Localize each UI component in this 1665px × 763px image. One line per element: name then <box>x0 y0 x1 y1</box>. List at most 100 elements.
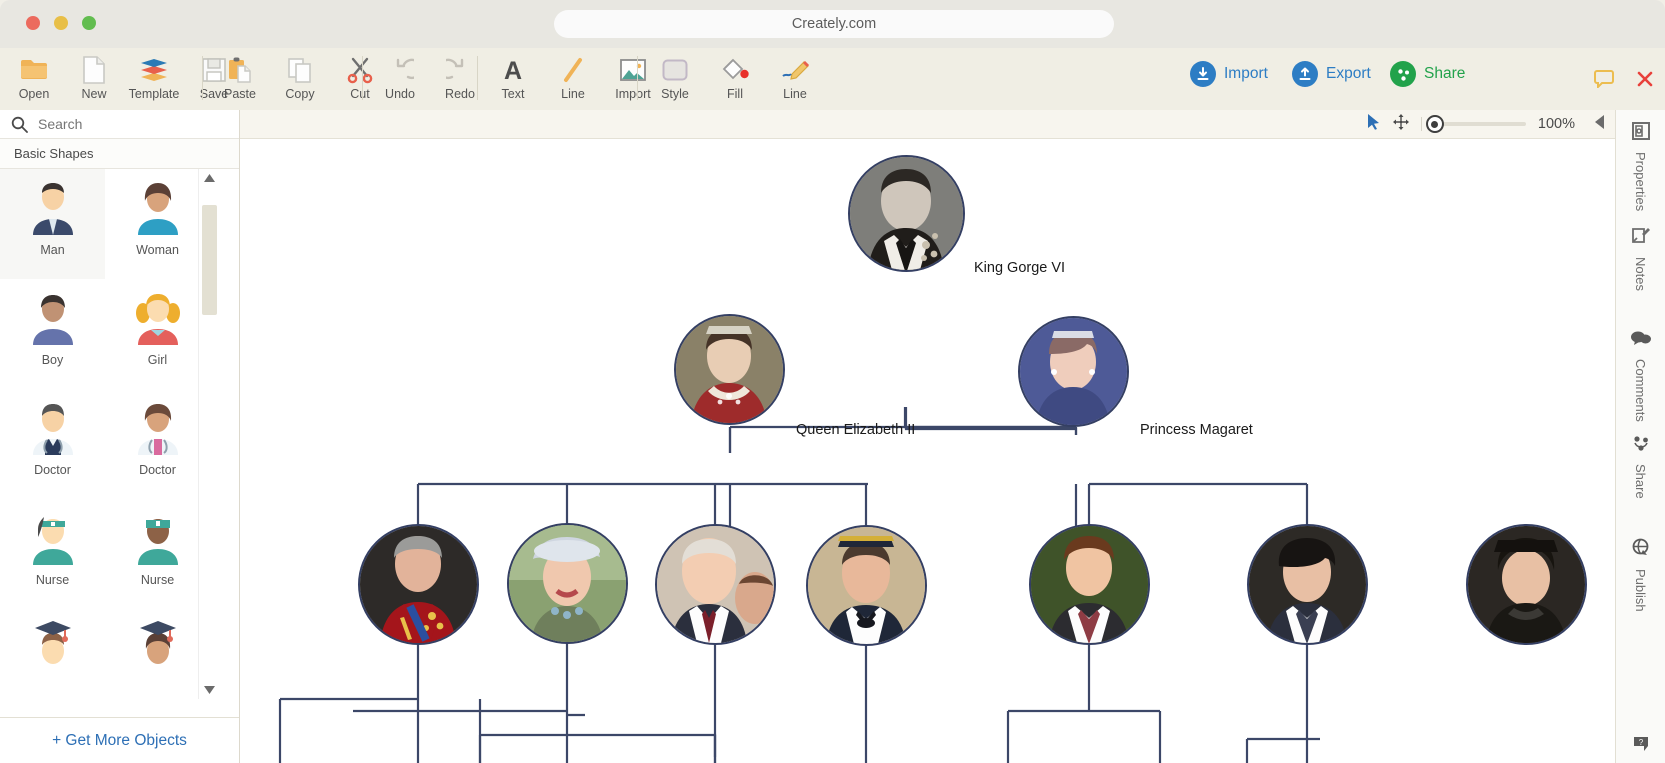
copy-icon <box>286 55 314 85</box>
scrollbar-thumb[interactable] <box>202 205 217 315</box>
shape-item-graduate-male[interactable] <box>0 609 105 699</box>
folder-icon <box>19 55 49 85</box>
share-action-label: Share <box>1424 65 1465 83</box>
zoom-slider-knob[interactable] <box>1426 115 1444 133</box>
avatar <box>655 524 776 645</box>
paste-button[interactable]: Paste <box>210 48 270 110</box>
avatar <box>806 525 927 646</box>
shape-grid: Man Woman Boy Girl <box>0 169 219 699</box>
tree-node[interactable]: Edward Earl of Wessex <box>806 525 927 646</box>
zoom-level-value: 100% <box>1538 116 1575 132</box>
toolbar-edit-group: Paste Copy Cut <box>210 48 390 110</box>
address-bar-url: Creately.com <box>792 16 876 32</box>
paste-label: Paste <box>224 88 256 101</box>
help-badge-icon[interactable]: ? <box>1632 736 1650 757</box>
template-button[interactable]: Template <box>124 48 184 110</box>
upload-circle-icon <box>1292 61 1318 87</box>
line-label: Line <box>561 88 585 101</box>
redo-button[interactable]: Redo <box>430 48 490 110</box>
scroll-down-arrow-icon[interactable] <box>199 681 219 699</box>
import-action-button[interactable]: Import <box>1190 61 1268 87</box>
style-label: Style <box>661 88 689 101</box>
pointer-arrow-icon[interactable] <box>1367 113 1381 135</box>
chevron-left-icon[interactable] <box>1595 115 1605 134</box>
zoom-window-button[interactable] <box>82 16 96 30</box>
rail-label: Publish <box>1633 569 1648 612</box>
avatar <box>1466 524 1587 645</box>
open-button[interactable]: Open <box>4 48 64 110</box>
new-button[interactable]: New <box>64 48 124 110</box>
pencil-icon <box>780 55 810 85</box>
tree-node[interactable]: David Viscount Linley <box>1029 524 1150 645</box>
address-bar[interactable]: Creately.com <box>554 10 1114 38</box>
export-action-button[interactable]: Export <box>1292 61 1371 87</box>
shape-item-girl[interactable]: Girl <box>105 279 210 389</box>
creately-app-window: Creately.com Open New Template <box>0 0 1665 763</box>
zoom-slider[interactable] <box>1434 122 1526 126</box>
rail-item-notes[interactable]: Notes <box>1616 214 1665 318</box>
layers-icon <box>139 55 169 85</box>
avatar <box>848 155 965 272</box>
share-action-button[interactable]: Share <box>1390 61 1465 87</box>
fill-label: Fill <box>727 88 743 101</box>
toolbar-separator-3 <box>477 48 478 110</box>
tree-node[interactable]: King Gorge VI <box>848 155 965 272</box>
copy-button[interactable]: Copy <box>270 48 330 110</box>
toolbar-file-group: Open New Template Save <box>4 48 244 110</box>
shape-row <box>0 609 219 699</box>
rounded-rect-icon <box>661 55 689 85</box>
undo-arrow-icon <box>386 55 414 85</box>
line-button[interactable]: Line <box>543 48 603 110</box>
text-button[interactable]: A Text <box>483 48 543 110</box>
diagram-canvas[interactable]: King Gorge VI Queen Elizabeth II <box>240 139 1615 763</box>
toolbar-separator-2 <box>362 48 363 110</box>
publish-globe-icon <box>1631 538 1650 562</box>
avatar <box>1029 524 1150 645</box>
shape-item-nurse-male[interactable]: Nurse <box>105 499 210 609</box>
line-style-button[interactable]: Line <box>765 48 825 110</box>
toolbar-history-group: Undo Redo <box>370 48 490 110</box>
node-label: King Gorge VI <box>974 259 1065 278</box>
shape-item-woman[interactable]: Woman <box>105 169 210 279</box>
tree-node[interactable] <box>1466 524 1587 645</box>
shape-item-doctor-male[interactable]: Doctor <box>0 389 105 499</box>
shape-panel-scrollbar[interactable] <box>198 169 219 699</box>
scroll-up-arrow-icon[interactable] <box>199 169 219 187</box>
fill-button[interactable]: Fill <box>705 48 765 110</box>
tree-node[interactable]: Princess Magaret <box>1018 316 1129 427</box>
redo-arrow-icon <box>446 55 474 85</box>
shape-item-graduate-female[interactable] <box>105 609 210 699</box>
minimize-window-button[interactable] <box>54 16 68 30</box>
toolbar-insert-group: A Text Line Import <box>483 48 663 110</box>
tree-node[interactable]: Andrew Duke of York <box>655 524 776 645</box>
close-window-button[interactable] <box>26 16 40 30</box>
share-globe-icon <box>1390 61 1416 87</box>
get-more-objects-link[interactable]: + Get More Objects <box>0 717 239 763</box>
rail-item-share[interactable]: Share <box>1616 422 1665 526</box>
tree-node[interactable]: Princess Anne <box>507 523 628 644</box>
undo-label: Undo <box>385 88 415 101</box>
move-cross-icon[interactable] <box>1393 114 1409 135</box>
shape-item-man[interactable]: Man <box>0 169 105 279</box>
search-input[interactable] <box>38 116 239 132</box>
undo-button[interactable]: Undo <box>370 48 430 110</box>
chat-bubble-icon[interactable] <box>1594 70 1614 93</box>
paint-bucket-icon <box>720 55 750 85</box>
rail-item-comments[interactable]: Comments <box>1616 318 1665 422</box>
rail-item-publish[interactable]: Publish <box>1616 526 1665 630</box>
shape-label: Woman <box>136 243 179 257</box>
style-button[interactable]: Style <box>645 48 705 110</box>
shape-row: Nurse Nurse <box>0 499 219 609</box>
clipboard-icon <box>226 55 254 85</box>
toolbar-separator-4 <box>637 48 638 110</box>
rail-item-properties[interactable]: Properties <box>1616 110 1665 214</box>
shape-item-doctor-female[interactable]: Doctor <box>105 389 210 499</box>
canvas-toolbar-separator <box>1421 117 1422 131</box>
shape-item-boy[interactable]: Boy <box>0 279 105 389</box>
tree-node[interactable]: Lady Sara Chatto <box>1247 524 1368 645</box>
shape-item-nurse-female[interactable]: Nurse <box>0 499 105 609</box>
tree-node[interactable]: Queen Elizabeth II <box>674 314 785 425</box>
tree-node[interactable]: Charles Prince of Wales <box>358 524 479 645</box>
copy-label: Copy <box>285 88 314 101</box>
close-x-icon[interactable] <box>1636 70 1654 93</box>
